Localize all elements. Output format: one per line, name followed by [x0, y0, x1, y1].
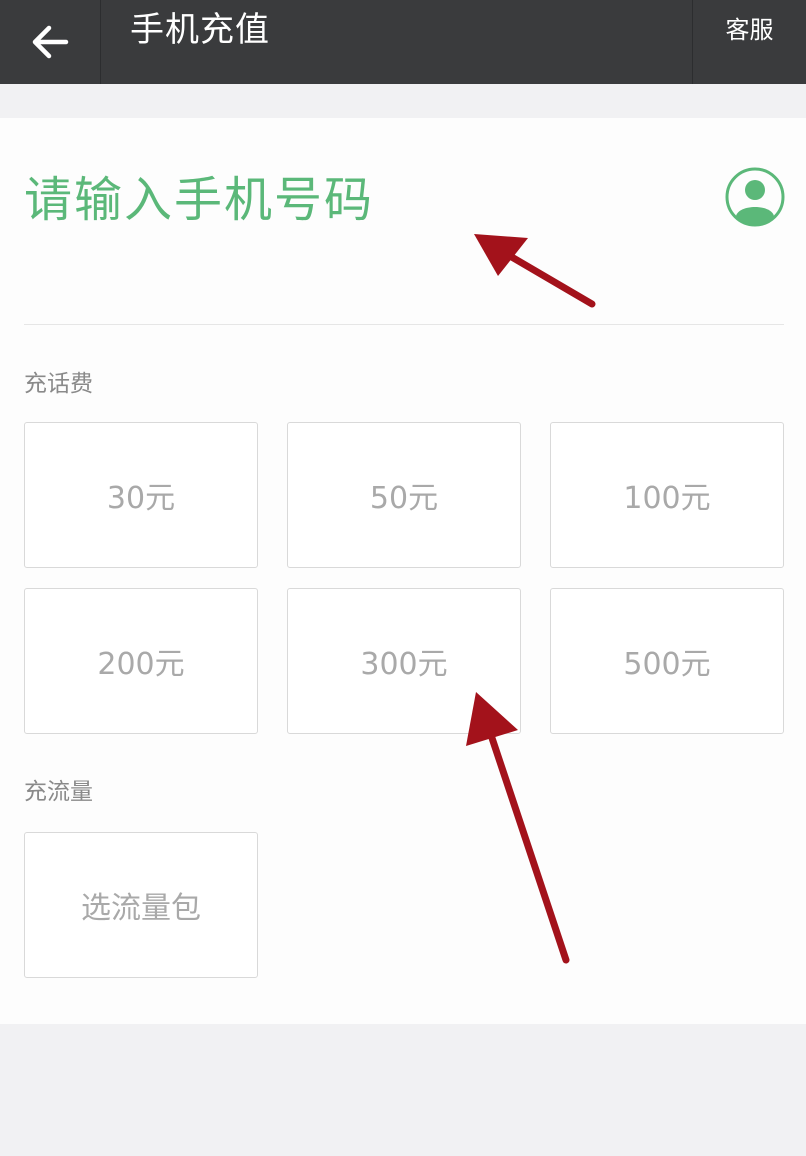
- amount-option-300[interactable]: 300元: [287, 588, 521, 734]
- phone-number-input[interactable]: [24, 160, 704, 240]
- recharge-section-label: 充话费: [24, 371, 93, 397]
- person-icon: [725, 167, 785, 227]
- input-divider: [24, 324, 784, 325]
- contacts-button[interactable]: [724, 166, 786, 228]
- data-section-label: 充流量: [24, 779, 93, 805]
- header-divider: [100, 0, 101, 84]
- customer-service-button[interactable]: 客服: [693, 0, 806, 60]
- amount-option-200[interactable]: 200元: [24, 588, 258, 734]
- amount-option-30[interactable]: 30元: [24, 422, 258, 568]
- amount-option-100[interactable]: 100元: [550, 422, 784, 568]
- data-package-option[interactable]: 选流量包: [24, 832, 258, 978]
- arrow-left-icon: [32, 25, 69, 59]
- page-title: 手机充值: [130, 10, 270, 50]
- back-button[interactable]: [0, 0, 100, 84]
- amount-option-50[interactable]: 50元: [287, 422, 521, 568]
- top-bar: 手机充值 客服: [0, 0, 806, 84]
- amount-option-500[interactable]: 500元: [550, 588, 784, 734]
